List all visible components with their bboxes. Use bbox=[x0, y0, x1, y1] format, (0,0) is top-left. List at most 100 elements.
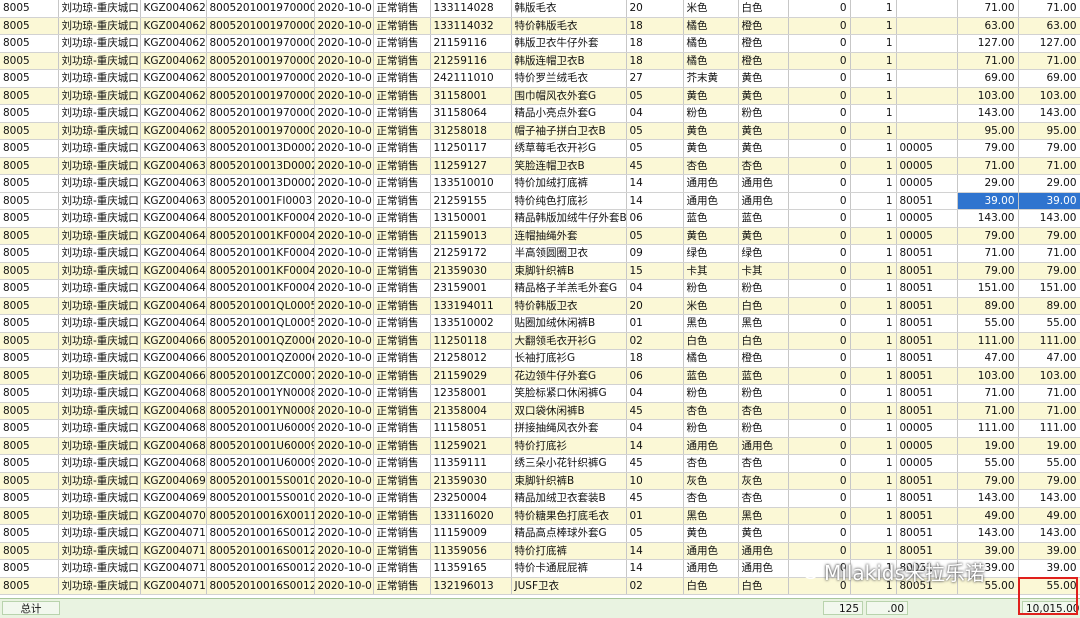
table-cell[interactable]: 39.00 bbox=[1018, 192, 1080, 210]
table-cell[interactable]: 80051 bbox=[896, 192, 958, 210]
table-cell[interactable]: 2020-10-01 bbox=[314, 384, 374, 403]
table-cell[interactable]: 白色 bbox=[738, 332, 789, 350]
table-cell[interactable]: 31158064 bbox=[430, 104, 512, 123]
table-cell[interactable]: 21359030 bbox=[430, 472, 512, 490]
table-row[interactable]: 8005 刘功琼-重庆城口 KGZ0040629 80052010019700001 2… bbox=[0, 87, 1080, 105]
table-cell[interactable]: 80052010013D0002 bbox=[206, 174, 315, 193]
table-row[interactable]: 8005 刘功琼-重庆城口 KGZ0040630 80052010013D0002 20… bbox=[0, 174, 1080, 193]
table-cell[interactable]: 刘功琼-重庆城口 bbox=[58, 69, 141, 88]
table-cell[interactable]: 刘功琼-重庆城口 bbox=[58, 174, 141, 193]
table-cell[interactable]: KGZ0040698 bbox=[140, 472, 207, 490]
table-cell[interactable]: 06 bbox=[626, 367, 684, 385]
table-cell[interactable]: 71.00 bbox=[1018, 384, 1080, 403]
table-cell[interactable]: 绿色 bbox=[738, 244, 789, 263]
table-cell[interactable]: 0 bbox=[788, 297, 851, 315]
table-cell[interactable]: 绣三朵小花针织裤G bbox=[511, 454, 627, 473]
table-cell[interactable]: 71.00 bbox=[957, 52, 1019, 70]
table-cell[interactable]: 杏色 bbox=[738, 157, 789, 175]
table-cell[interactable]: 80051 bbox=[896, 244, 958, 263]
table-cell[interactable]: 55.00 bbox=[957, 454, 1019, 473]
table-cell[interactable]: 1 bbox=[850, 524, 897, 543]
table-cell[interactable]: 2020-10-01 bbox=[314, 0, 374, 18]
table-row[interactable]: 8005 刘功琼-重庆城口 KGZ0040640 8005201001KF0004 20… bbox=[0, 279, 1080, 298]
table-row[interactable]: 8005 刘功琼-重庆城口 KGZ0040630 80052010013D0002 20… bbox=[0, 139, 1080, 158]
table-cell[interactable]: 正常销售 bbox=[373, 104, 431, 123]
table-cell[interactable]: 80051 bbox=[896, 279, 958, 298]
table-cell[interactable]: 80051 bbox=[896, 314, 958, 333]
table-cell[interactable]: 79.00 bbox=[957, 472, 1019, 490]
table-cell[interactable]: 1 bbox=[850, 209, 897, 228]
table-cell[interactable]: 粉色 bbox=[683, 279, 739, 298]
table-cell[interactable]: 白色 bbox=[738, 0, 789, 18]
table-cell[interactable]: 31258018 bbox=[430, 122, 512, 140]
table-cell[interactable]: 80052010015S0010 bbox=[206, 472, 315, 490]
table-cell[interactable]: 8005 bbox=[0, 332, 59, 350]
table-cell[interactable]: 8005 bbox=[0, 34, 59, 53]
table-cell[interactable]: 灰色 bbox=[738, 472, 789, 490]
table-cell[interactable]: 8005201001KF0004 bbox=[206, 209, 315, 228]
table-cell[interactable]: 2020-10-01 bbox=[314, 542, 374, 560]
table-cell[interactable]: 80052010019700001 bbox=[206, 122, 315, 140]
table-cell[interactable]: 1 bbox=[850, 87, 897, 105]
table-cell[interactable]: 8005 bbox=[0, 174, 59, 193]
table-cell[interactable]: 8005 bbox=[0, 507, 59, 525]
table-cell[interactable]: 0 bbox=[788, 472, 851, 490]
table-cell[interactable]: 8005 bbox=[0, 367, 59, 385]
table-cell[interactable]: 15 bbox=[626, 262, 684, 280]
table-cell[interactable]: 80051 bbox=[896, 402, 958, 420]
table-cell[interactable]: 黄色 bbox=[738, 87, 789, 105]
table-cell[interactable]: 1 bbox=[850, 279, 897, 298]
table-cell[interactable]: 143.00 bbox=[1018, 209, 1080, 228]
table-cell[interactable]: 橘色 bbox=[683, 34, 739, 53]
table-cell[interactable]: 0 bbox=[788, 384, 851, 403]
table-cell[interactable]: 8005 bbox=[0, 69, 59, 88]
table-cell[interactable]: 80052010019700001 bbox=[206, 17, 315, 35]
table-cell[interactable]: 1 bbox=[850, 174, 897, 193]
table-cell[interactable] bbox=[896, 87, 958, 105]
table-cell[interactable]: 11259021 bbox=[430, 437, 512, 455]
table-row[interactable]: 8005 刘功琼-重庆城口 KGZ0040662 8005201001QZ0006 20… bbox=[0, 349, 1080, 368]
table-cell[interactable]: 正常销售 bbox=[373, 349, 431, 368]
table-cell[interactable]: 80052010019700001 bbox=[206, 104, 315, 123]
table-cell[interactable]: KGZ0040644 bbox=[140, 297, 207, 315]
table-cell[interactable]: 2020-10-01 bbox=[314, 279, 374, 298]
table-row[interactable]: 8005 刘功琼-重庆城口 KGZ0040640 8005201001KF0004 20… bbox=[0, 262, 1080, 280]
table-cell[interactable]: 正常销售 bbox=[373, 524, 431, 543]
table-cell[interactable]: 刘功琼-重庆城口 bbox=[58, 297, 141, 315]
table-cell[interactable]: 27 bbox=[626, 69, 684, 88]
table-cell[interactable]: 8005 bbox=[0, 419, 59, 438]
table-cell[interactable]: 71.00 bbox=[957, 0, 1019, 18]
table-cell[interactable]: 8005201001ZC0007 bbox=[206, 367, 315, 385]
table-cell[interactable]: 笑脸标紧口休闲裤G bbox=[511, 384, 627, 403]
table-cell[interactable]: KGZ0040640 bbox=[140, 209, 207, 228]
table-cell[interactable]: 束脚针织裤B bbox=[511, 472, 627, 490]
table-cell[interactable]: 米色 bbox=[683, 0, 739, 18]
table-cell[interactable]: KGZ0040636 bbox=[140, 192, 207, 210]
table-row[interactable]: 8005 刘功琼-重庆城口 KGZ0040640 8005201001KF0004 20… bbox=[0, 209, 1080, 228]
table-cell[interactable]: 29.00 bbox=[957, 174, 1019, 193]
table-cell[interactable]: 2020-10-01 bbox=[314, 454, 374, 473]
table-cell[interactable]: 8005 bbox=[0, 542, 59, 560]
table-cell[interactable]: 束脚针织裤B bbox=[511, 262, 627, 280]
table-cell[interactable]: KGZ0040687 bbox=[140, 419, 207, 438]
table-cell[interactable]: 1 bbox=[850, 349, 897, 368]
table-row[interactable]: 8005 刘功琼-重庆城口 KGZ0040629 80052010019700001 2… bbox=[0, 104, 1080, 123]
table-cell[interactable]: 正常销售 bbox=[373, 419, 431, 438]
table-cell[interactable]: 05 bbox=[626, 524, 684, 543]
table-cell[interactable]: 111.00 bbox=[1018, 332, 1080, 350]
table-cell[interactable]: 55.00 bbox=[957, 314, 1019, 333]
table-cell[interactable]: 2020-10-01 bbox=[314, 139, 374, 158]
table-cell[interactable]: 8005201001KF0004 bbox=[206, 279, 315, 298]
table-cell[interactable]: 杏色 bbox=[738, 454, 789, 473]
table-row[interactable]: 8005 刘功琼-重庆城口 KGZ0040682 8005201001YN0008 20… bbox=[0, 384, 1080, 403]
table-cell[interactable]: 蓝色 bbox=[683, 367, 739, 385]
table-cell[interactable]: 80051 bbox=[896, 349, 958, 368]
table-cell[interactable]: KGZ0040640 bbox=[140, 262, 207, 280]
table-cell[interactable]: 刘功琼-重庆城口 bbox=[58, 559, 141, 578]
table-cell[interactable]: 45 bbox=[626, 454, 684, 473]
table-cell[interactable]: KGZ0040629 bbox=[140, 122, 207, 140]
table-cell[interactable]: 2020-10-01 bbox=[314, 227, 374, 245]
table-cell[interactable]: 8005 bbox=[0, 52, 59, 70]
table-cell[interactable]: 粉色 bbox=[683, 104, 739, 123]
table-cell[interactable] bbox=[896, 34, 958, 53]
